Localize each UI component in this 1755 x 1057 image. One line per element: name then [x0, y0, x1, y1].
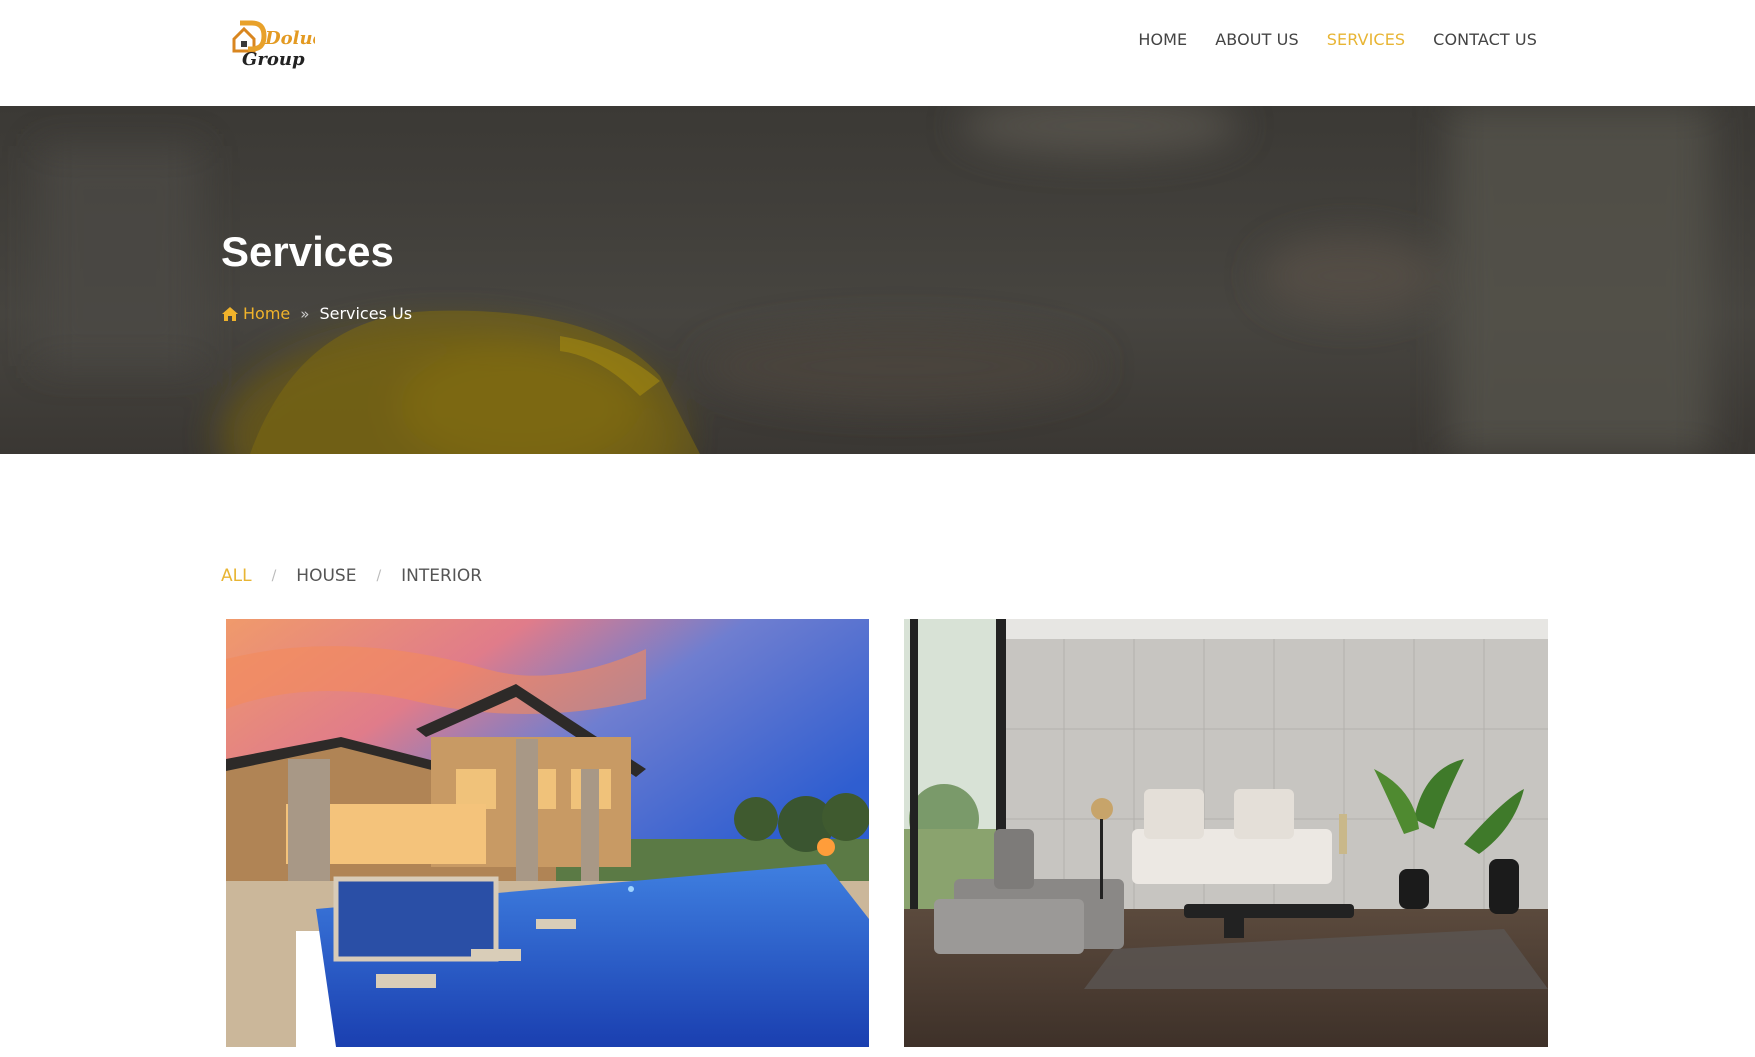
main-nav: HOME ABOUT US SERVICES CONTACT US	[1138, 30, 1537, 49]
logo-wordmark-bottom: Group	[242, 49, 305, 70]
chevron-double-right-icon: »	[300, 304, 310, 323]
filter-separator: /	[376, 568, 382, 584]
filter-all[interactable]: ALL	[221, 566, 252, 586]
home-icon	[222, 306, 238, 321]
portfolio-filters: ALL / HOUSE / INTERIOR	[221, 566, 482, 586]
gallery-item-interior[interactable]	[904, 619, 1548, 1047]
hero-background-image	[0, 106, 1755, 454]
nav-contact-us[interactable]: CONTACT US	[1433, 30, 1537, 49]
filter-house[interactable]: HOUSE	[296, 566, 356, 586]
filter-separator: /	[271, 568, 277, 584]
page-title: Services	[221, 228, 394, 275]
nav-home[interactable]: HOME	[1138, 30, 1187, 49]
company-logo[interactable]: Dolue Group	[230, 17, 315, 73]
nav-about-us[interactable]: ABOUT US	[1215, 30, 1298, 49]
site-header: Dolue Group HOME ABOUT US SERVICES CONTA…	[0, 0, 1755, 106]
nav-services[interactable]: SERVICES	[1327, 30, 1405, 49]
gallery-item-house[interactable]	[226, 619, 869, 1047]
breadcrumb-home-label: Home	[243, 304, 291, 323]
house-with-pool-image	[226, 619, 869, 1047]
filter-interior[interactable]: INTERIOR	[401, 566, 482, 586]
breadcrumb: Home » Services Us	[221, 304, 412, 323]
breadcrumb-home-link[interactable]: Home	[221, 304, 290, 323]
breadcrumb-current: Services Us	[319, 304, 413, 323]
living-room-image	[904, 619, 1548, 1047]
logo-wordmark-top: Dolue	[264, 28, 315, 49]
hero-banner: Services Home » Services Us	[0, 106, 1755, 454]
